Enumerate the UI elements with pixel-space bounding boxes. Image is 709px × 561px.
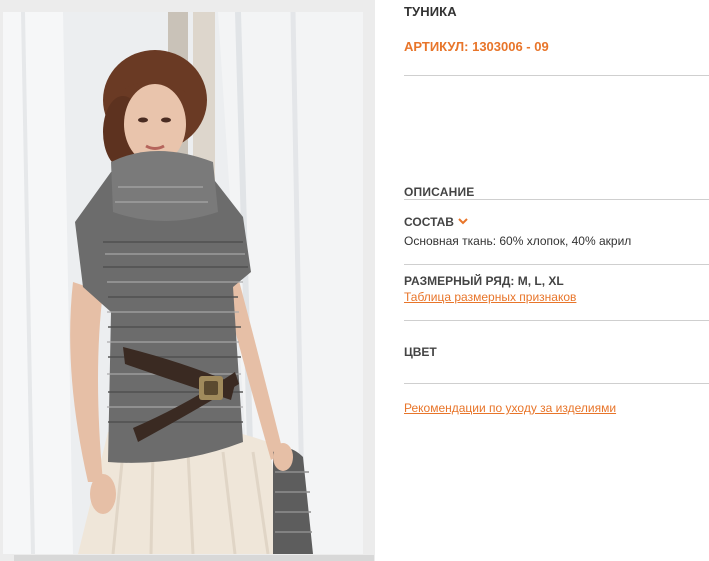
composition-toggle[interactable]: СОСТАВ	[404, 214, 468, 229]
product-photo[interactable]	[3, 12, 363, 554]
sizes-label: РАЗМЕРНЫЙ РЯД:	[404, 274, 515, 288]
description-heading: ОПИСАНИЕ	[404, 185, 475, 199]
product-page: ТУНИКА АРТИКУЛ: 1303006 - 09 ОПИСАНИЕ СО…	[0, 0, 709, 561]
divider-composition	[404, 264, 709, 265]
composition-text: Основная ткань: 60% хлопок, 40% акрил	[404, 234, 632, 248]
divider-sizes	[404, 320, 709, 321]
divider-top	[404, 75, 709, 76]
size-chart-link[interactable]: Таблица размерных признаков	[404, 290, 576, 304]
color-heading: ЦВЕТ	[404, 345, 437, 359]
photo-scroll-bar	[14, 555, 374, 561]
composition-label: СОСТАВ	[404, 215, 454, 229]
product-photo-frame	[0, 0, 375, 561]
product-photo-illustration	[3, 12, 363, 554]
product-details: ТУНИКА АРТИКУЛ: 1303006 - 09 ОПИСАНИЕ СО…	[404, 0, 709, 561]
care-recommendations-link[interactable]: Рекомендации по уходу за изделиями	[404, 401, 616, 415]
chevron-down-icon	[458, 214, 468, 228]
divider-color	[404, 383, 709, 384]
product-title: ТУНИКА	[404, 4, 457, 19]
divider-description	[404, 199, 709, 200]
product-article: АРТИКУЛ: 1303006 - 09	[404, 39, 549, 54]
sizes-values: M, L, XL	[517, 274, 564, 288]
sizes-row: РАЗМЕРНЫЙ РЯД: M, L, XL	[404, 274, 564, 288]
